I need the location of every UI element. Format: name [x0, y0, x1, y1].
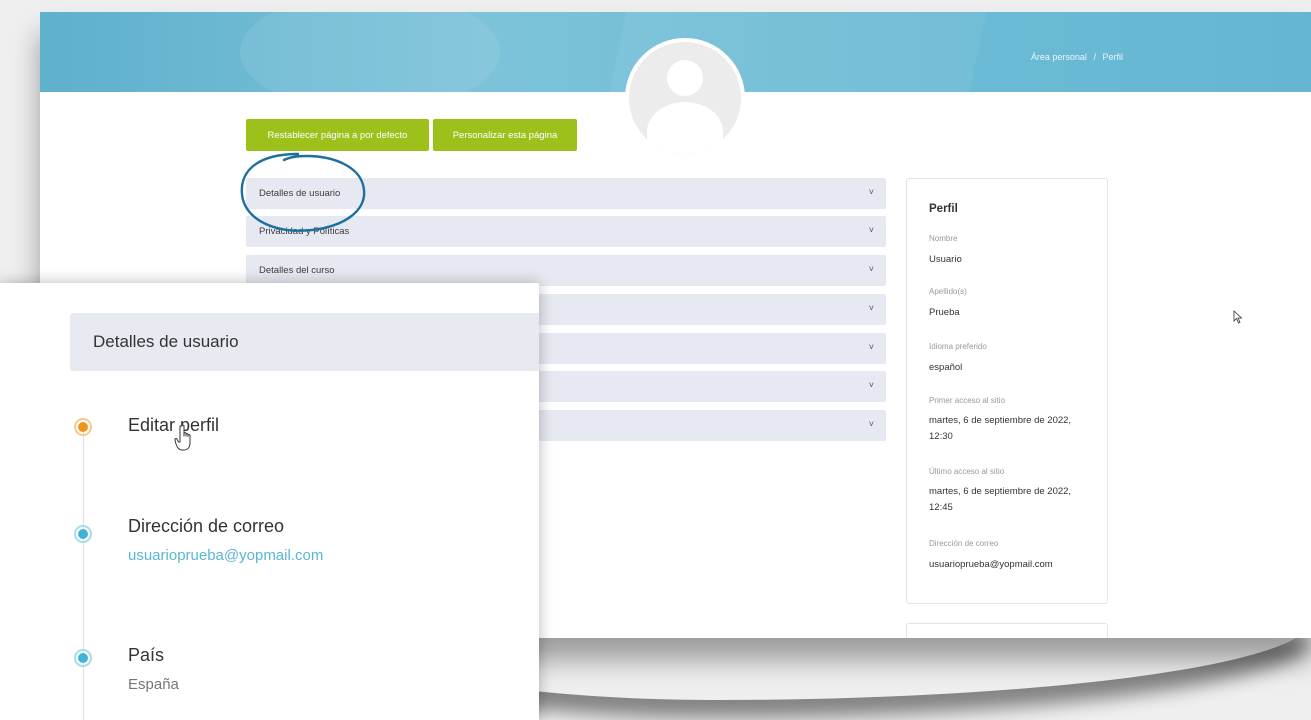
- secondary-card: [906, 623, 1108, 638]
- email-label: Dirección de correo: [128, 516, 285, 536]
- field-value-nombre: Usuario: [929, 254, 962, 265]
- banner-decoration: [240, 12, 500, 112]
- timeline-line: [83, 426, 84, 720]
- chevron-down-icon: ˅: [868, 225, 874, 235]
- field-value-apellidos: Prueba: [929, 307, 960, 318]
- zoom-section-header[interactable]: Detalles de usuario: [70, 313, 539, 371]
- chevron-down-icon: ˅: [868, 187, 874, 197]
- avatar-body: [647, 102, 723, 154]
- breadcrumb: Área personal / Perfil: [1029, 52, 1125, 62]
- breadcrumb-item-area-personal[interactable]: Área personal: [1031, 52, 1087, 62]
- email-link[interactable]: usuarioprueba@yopmail.com: [128, 547, 323, 564]
- accordion-course-details[interactable]: Detalles del curso ˅: [246, 255, 886, 286]
- chevron-down-icon: ˅: [868, 419, 874, 429]
- country-label: País: [128, 645, 165, 665]
- chevron-down-icon: ˅: [868, 264, 874, 274]
- zoom-detail-panel: Detalles de usuario Editar perfil Direcc…: [0, 283, 539, 720]
- breadcrumb-separator: /: [1093, 52, 1096, 62]
- profile-card: Perfil Nombre Usuario Apellido(s) Prueba…: [906, 178, 1108, 604]
- country-value: España: [128, 676, 179, 693]
- profile-card-title: Perfil: [929, 203, 958, 215]
- customize-page-button[interactable]: Personalizar esta página: [433, 119, 577, 151]
- timeline-dot-icon: [74, 649, 92, 667]
- reset-page-button[interactable]: Restablecer página a por defecto: [246, 119, 429, 151]
- field-label-idioma: Idioma preferido: [929, 342, 987, 351]
- hand-cursor-icon: [174, 424, 191, 451]
- timeline-dot-icon: [74, 525, 92, 543]
- field-label-primer-acceso: Primer acceso al sitio: [929, 396, 1006, 405]
- timeline-dot-active-icon: [74, 418, 92, 436]
- field-label-correo: Dirección de correo: [929, 539, 999, 548]
- chevron-down-icon: ˅: [868, 303, 874, 313]
- avatar-icon: [625, 38, 745, 158]
- zoom-section-title: Detalles de usuario: [93, 332, 239, 351]
- field-value-ultimo-acceso: martes, 6 de septiembre de 2022, 12:45: [929, 486, 1072, 513]
- field-value-primer-acceso: martes, 6 de septiembre de 2022, 12:30: [929, 415, 1072, 442]
- avatar-head: [667, 60, 703, 96]
- highlight-circle-mark: [240, 152, 366, 232]
- chevron-down-icon: ˅: [868, 342, 874, 352]
- pointer-cursor-icon: [1233, 310, 1243, 324]
- breadcrumb-item-perfil[interactable]: Perfil: [1102, 52, 1123, 62]
- accordion-label: Detalles del curso: [259, 265, 335, 276]
- field-label-ultimo-acceso: Último acceso al sitio: [929, 467, 1005, 476]
- field-value-correo[interactable]: usuarioprueba@yopmail.com: [929, 557, 1089, 573]
- chevron-down-icon: ˅: [868, 380, 874, 390]
- field-label-apellidos: Apellido(s): [929, 287, 967, 296]
- field-value-idioma: español: [929, 362, 963, 373]
- field-label-nombre: Nombre: [929, 234, 958, 243]
